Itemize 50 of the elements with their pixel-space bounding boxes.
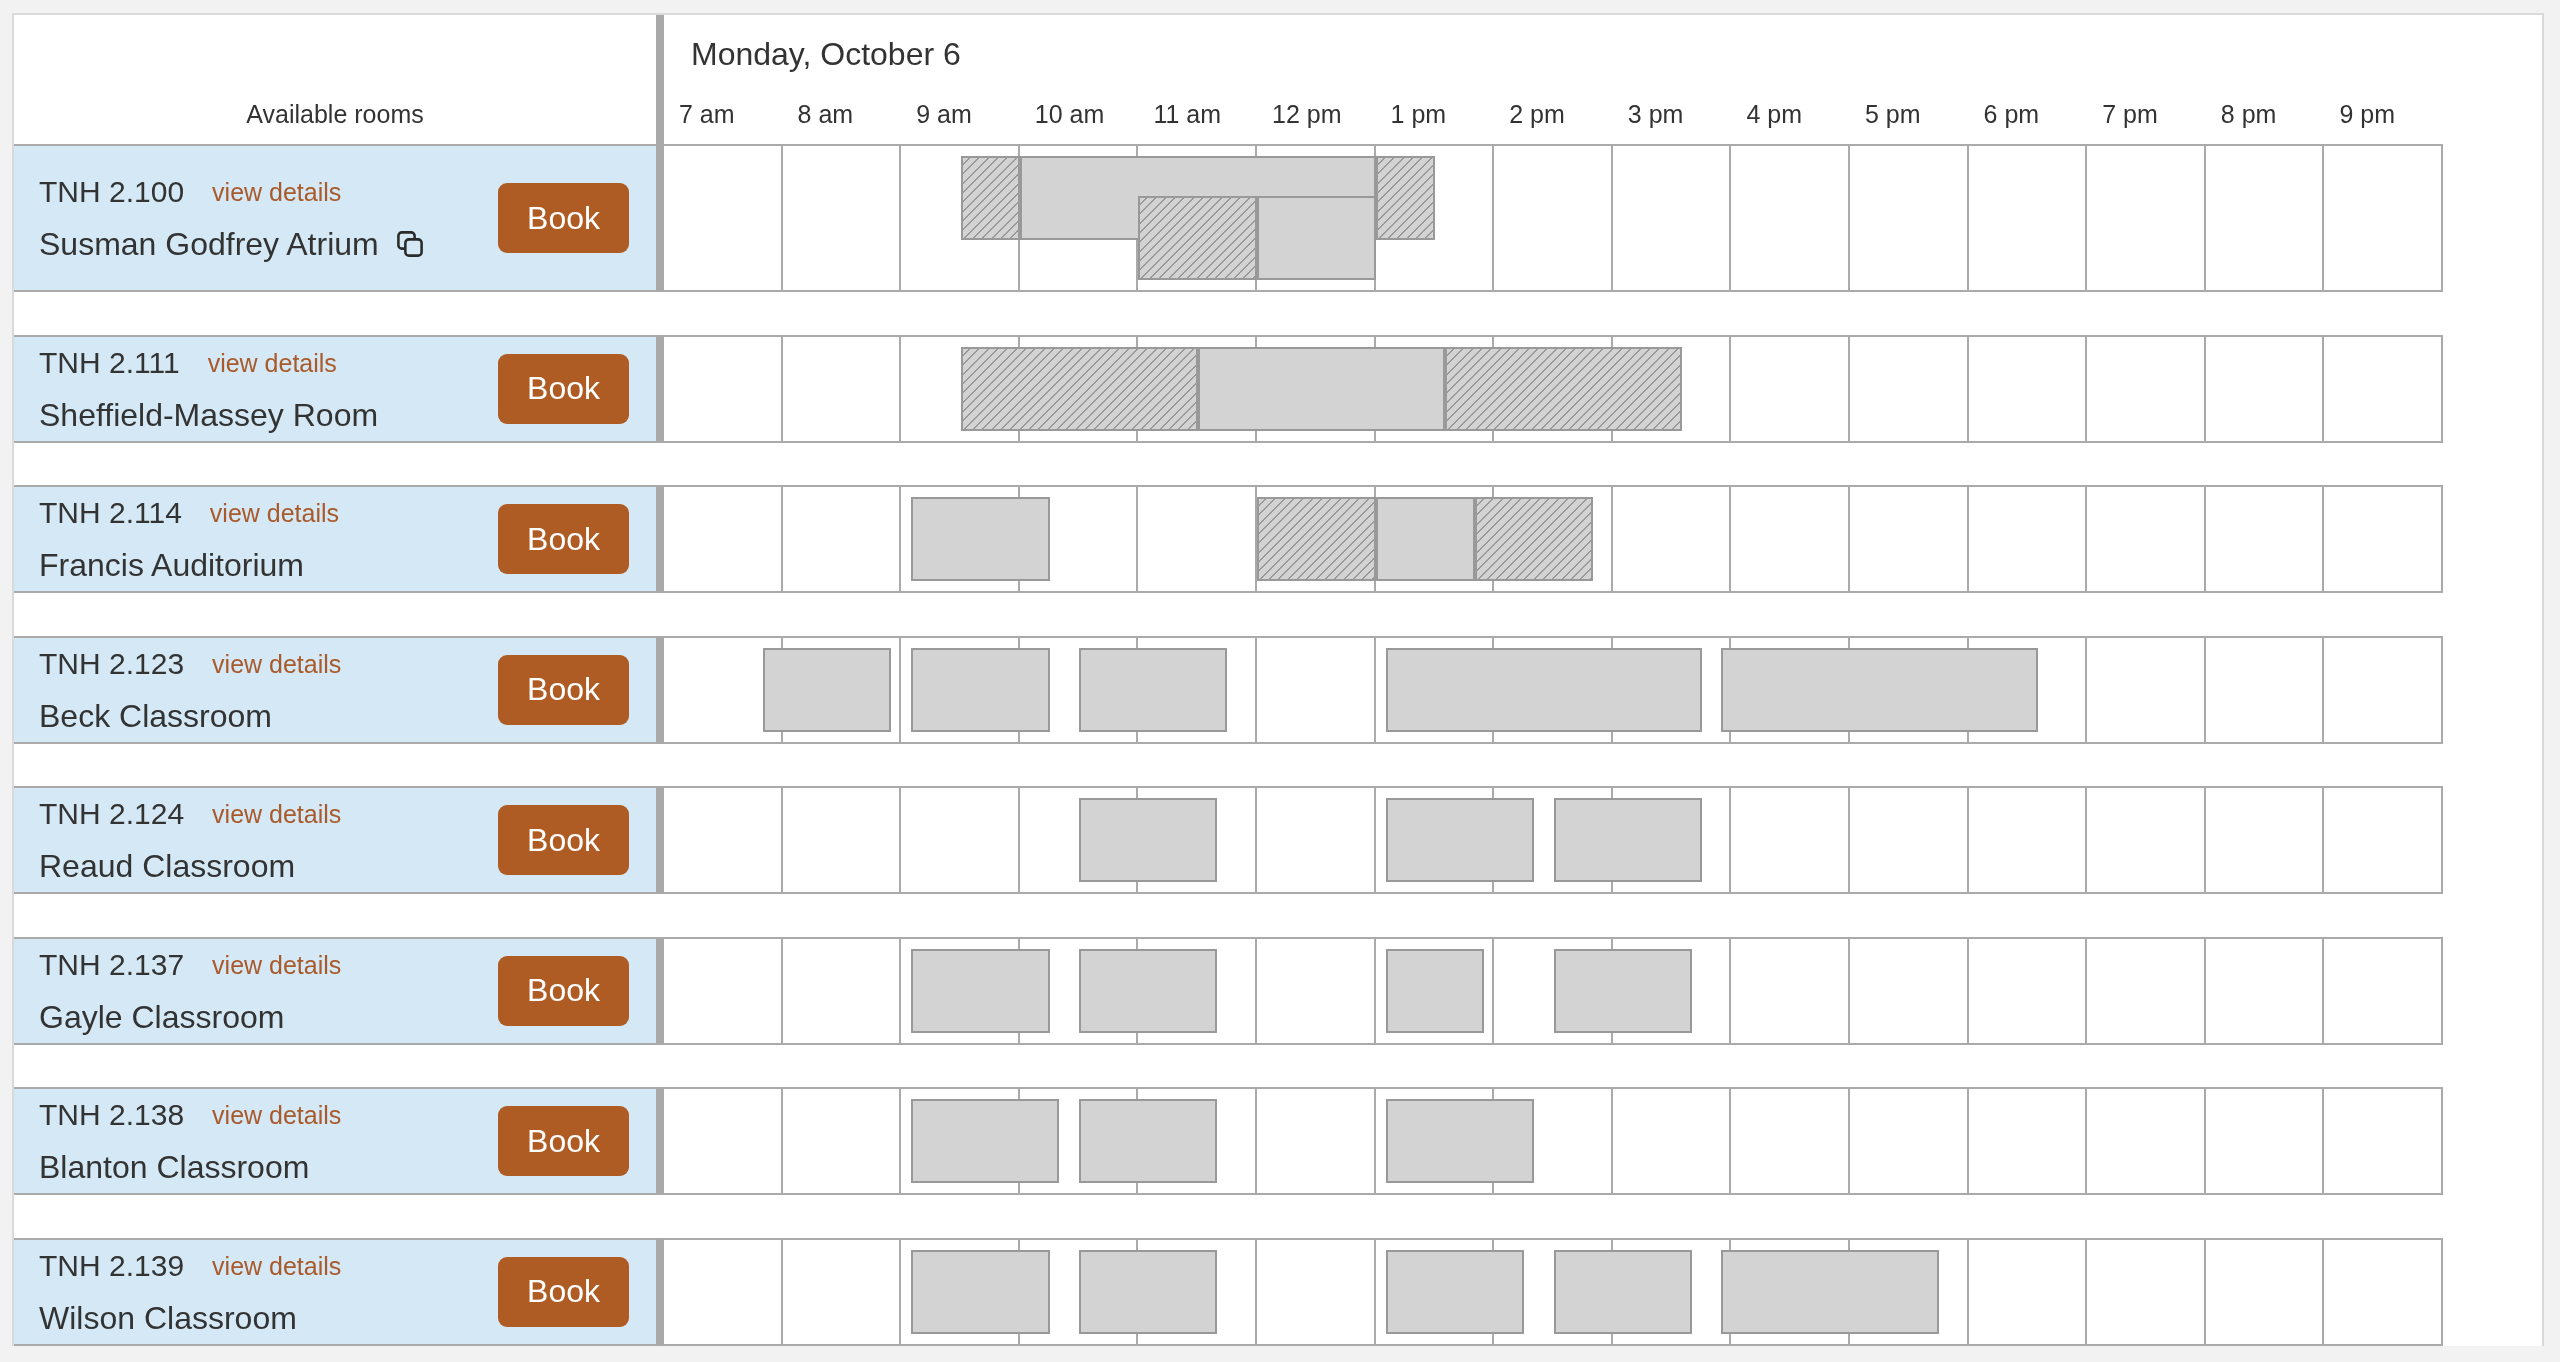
view-details-link[interactable]: view details [212, 1250, 342, 1281]
room-name: Gayle Classroom [39, 997, 285, 1036]
room-name: Sheffield-Massey Room [39, 395, 379, 434]
room-name: Wilson Classroom [39, 1298, 297, 1337]
hour-label: 4 pm [1746, 99, 1802, 129]
view-details-link[interactable]: view details [212, 799, 342, 829]
hour-label: 9 am [916, 99, 972, 129]
book-button[interactable]: Book [498, 654, 629, 725]
view-details-link[interactable]: view details [212, 648, 342, 679]
room-number: TNH 2.114 [39, 495, 182, 531]
hour-label: 7 am [679, 99, 735, 129]
hour-label: 8 pm [2220, 99, 2277, 129]
room-number: TNH 2.100 [39, 174, 185, 210]
copy-icon[interactable] [396, 231, 423, 257]
hour-label: 3 pm [1627, 99, 1684, 129]
room-name: Reaud Classroom [39, 847, 296, 885]
hour-label: 11 am [1153, 99, 1222, 129]
date-title: Monday, October 6 [691, 35, 961, 74]
room-number: TNH 2.123 [39, 645, 185, 682]
book-button[interactable]: Book [498, 183, 629, 253]
hour-label: 12 pm [1272, 99, 1342, 129]
hour-label: 9 pm [2339, 99, 2395, 129]
room-number: TNH 2.111 [39, 344, 180, 381]
book-button[interactable]: Book [498, 1256, 629, 1327]
book-button[interactable]: Book [498, 955, 629, 1026]
room-name: Francis Auditorium [39, 546, 304, 584]
room-number: TNH 2.137 [39, 946, 185, 983]
hour-label: 7 pm [2102, 99, 2158, 129]
hour-label: 10 am [1034, 99, 1105, 129]
hour-label: 8 am [797, 99, 854, 129]
hour-label: 2 pm [1509, 99, 1565, 129]
room-name: Susman Godfrey Atrium [39, 225, 379, 263]
view-details-link[interactable]: view details [207, 347, 337, 378]
room-name: Beck Classroom [39, 696, 272, 735]
room-name: Blanton Classroom [39, 1148, 310, 1186]
hour-label: 5 pm [1865, 99, 1921, 129]
hour-label: 1 pm [1390, 99, 1447, 129]
view-details-link[interactable]: view details [209, 498, 340, 528]
view-details-link[interactable]: view details [212, 949, 342, 980]
book-button[interactable]: Book [498, 805, 629, 875]
hour-label: 6 pm [1983, 99, 2040, 129]
room-number: TNH 2.138 [39, 1097, 185, 1133]
book-button[interactable]: Book [498, 504, 629, 574]
view-details-link[interactable]: view details [212, 177, 342, 207]
room-number: TNH 2.124 [39, 796, 185, 832]
book-button[interactable]: Book [498, 1106, 629, 1176]
view-details-link[interactable]: view details [212, 1100, 342, 1130]
column-heading: Available rooms [246, 99, 424, 129]
room-number: TNH 2.139 [39, 1247, 185, 1284]
book-button[interactable]: Book [498, 353, 629, 424]
